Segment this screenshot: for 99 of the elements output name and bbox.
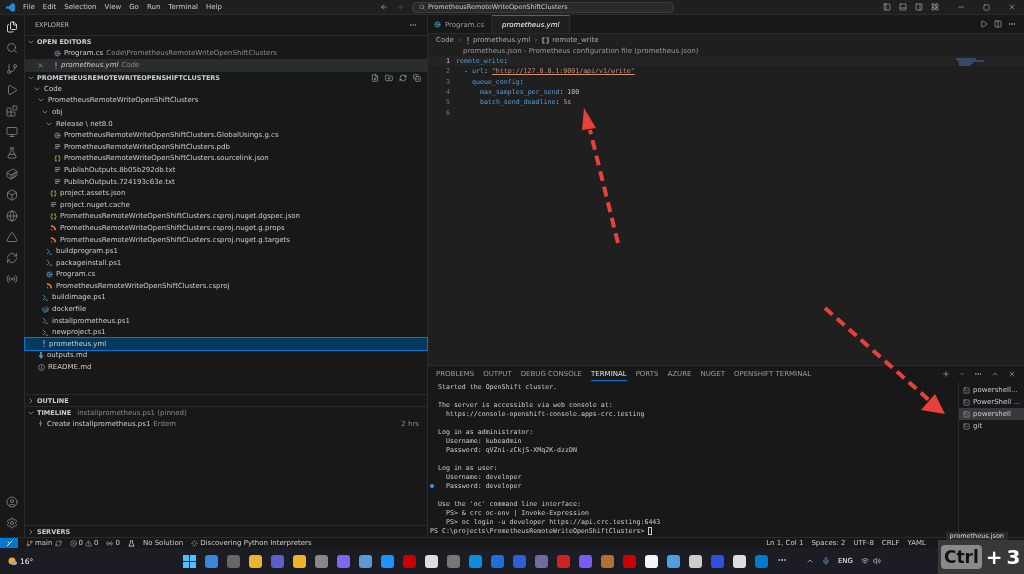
cursor [648,526,653,535]
maximize-icon[interactable] [983,3,990,11]
sun-cloud-icon [8,556,18,566]
globe-icon[interactable] [6,210,18,222]
prompt-icon [42,294,49,301]
terminal-icon [963,386,970,394]
lines-icon [54,143,61,151]
key-label: + [985,545,1003,569]
commit-icon [37,420,44,428]
sidebar-toggle-icon[interactable] [883,3,891,11]
flask-icon[interactable] [127,539,135,547]
close-icon[interactable] [1008,370,1016,378]
gear-icon [46,270,53,278]
prompt-icon [46,259,53,267]
prompt-icon [46,247,53,255]
key-label: Ctrl [941,545,982,569]
error-icon [69,539,77,547]
gear-icon [54,49,61,57]
chevron-right-icon[interactable] [27,527,35,536]
app-icon[interactable] [293,554,307,568]
remote-button[interactable] [0,537,18,549]
key-label: 3 [1006,545,1021,569]
gear-icon [54,131,61,139]
exclamation-icon [54,61,58,69]
start-icon[interactable] [183,554,197,568]
terminal-icon [963,422,970,430]
triangle-icon[interactable] [6,231,18,243]
gear-icon [434,21,441,28]
extensions-icon[interactable] [6,105,18,117]
app-icon[interactable] [689,554,703,568]
more-icon[interactable] [974,370,982,378]
volume-icon[interactable] [873,557,881,565]
sync-icon [54,539,62,547]
back-icon[interactable] [379,3,388,11]
split-editor-icon[interactable] [994,20,1002,28]
prompt-icon [42,317,49,325]
terminal-icon [963,410,970,418]
new-file-icon[interactable] [371,73,379,82]
more-icon[interactable] [1008,20,1016,28]
more-icon[interactable] [409,21,417,29]
panel-toggle-icon[interactable] [899,3,907,11]
chevron-right-icon[interactable] [27,396,35,405]
chevron-down-icon[interactable] [959,371,965,377]
close-icon[interactable] [1008,3,1016,11]
minimap-drawing [956,58,984,66]
run-icon[interactable] [980,20,988,28]
app-icon[interactable] [359,554,373,568]
search-icon [418,4,425,10]
app-icon[interactable] [733,554,747,568]
braces-icon [50,212,57,220]
app-icon[interactable] [425,554,439,568]
monitor-icon[interactable] [6,126,18,138]
app-icon[interactable] [249,554,263,568]
spinner-icon [191,539,199,547]
secondary-sidebar-icon[interactable] [915,3,923,11]
radio-icon[interactable] [6,273,18,285]
collapse-icon[interactable] [413,73,421,82]
warning-icon [84,539,92,547]
exclamation-icon [465,36,470,44]
tray-chevron-icon[interactable] [805,557,814,565]
exclamation-icon [42,340,46,348]
brackets-icon [542,36,550,44]
run-debug-icon[interactable] [6,84,18,96]
close-icon[interactable] [37,61,44,69]
lines-icon [50,201,57,209]
layout-icon[interactable] [931,3,939,11]
prompt-icon [42,328,49,336]
files-icon[interactable] [6,21,18,33]
sync-icon[interactable] [6,252,18,264]
app-icon[interactable] [645,554,659,568]
new-folder-icon[interactable] [385,73,393,82]
braces-icon [50,189,57,197]
lines-icon [54,166,61,174]
info-icon [38,363,45,371]
chevron-right-icon [533,37,540,43]
branch-icon[interactable] [6,63,18,75]
rss-icon [46,282,53,290]
rss-icon [50,224,57,232]
braces-icon [54,154,61,162]
new-terminal-icon[interactable] [942,370,950,378]
app-icon[interactable] [667,554,681,568]
app-logo-icon [6,2,15,12]
box-icon[interactable] [6,189,18,201]
chevron-right-icon [456,37,463,43]
wifi-icon[interactable] [861,557,869,565]
mic-icon[interactable] [821,557,830,565]
settings-icon[interactable] [6,517,18,529]
branch-icon [26,539,33,547]
account-icon[interactable] [6,496,18,508]
arrow-down-icon [38,351,44,359]
search-icon[interactable] [6,42,18,54]
flask-icon[interactable] [6,147,18,159]
terminal-icon [963,398,970,406]
rss-icon [50,236,57,243]
refresh-icon[interactable] [399,73,407,82]
remote-icon [5,539,13,547]
lines-icon [54,178,61,186]
antenna-icon [106,539,114,547]
maximize-panel-icon[interactable] [991,370,999,378]
